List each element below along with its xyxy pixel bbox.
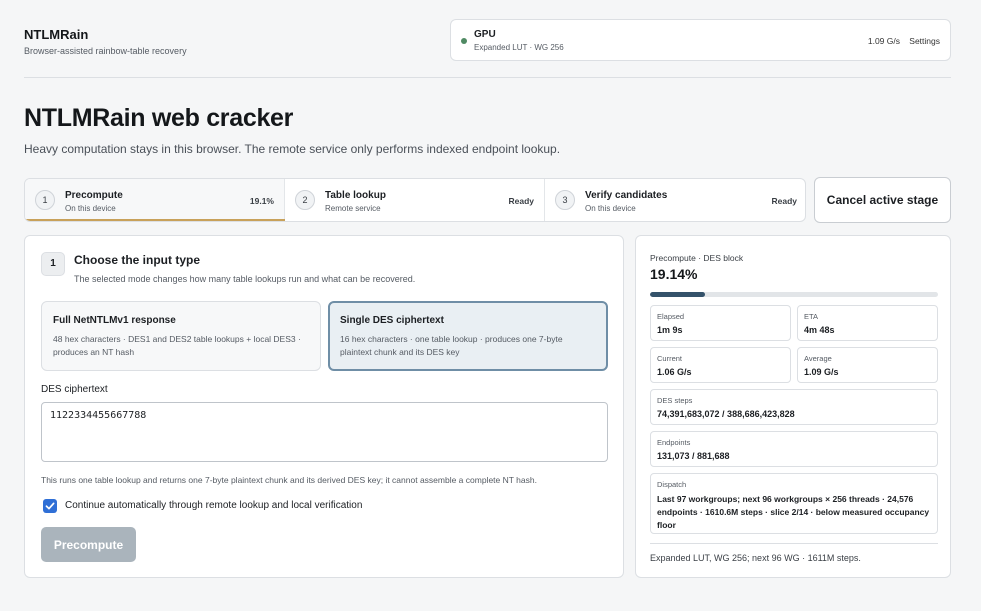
mode-option-single-des[interactable]: Single DES ciphertext 16 hex characters … (328, 301, 608, 371)
stat-label: Endpoints (657, 438, 691, 447)
progress-panel: Precompute · DES block 19.14% Elapsed 1m… (635, 235, 951, 578)
stage-location: On this device (65, 204, 116, 213)
progress-bar (650, 292, 938, 297)
stage-verify-candidates[interactable]: 3 Verify candidates On this device Ready (545, 179, 805, 221)
ciphertext-input[interactable]: 1122334455667788 (41, 402, 608, 462)
stat-elapsed: Elapsed 1m 9s (650, 305, 791, 341)
section-subtitle: The selected mode changes how many table… (74, 274, 416, 284)
mode-title: Full NetNTLMv1 response (53, 315, 176, 326)
stage-stepper: 1 Precompute On this device 19.1% 2 Tabl… (24, 178, 806, 222)
stage-precompute[interactable]: 1 Precompute On this device 19.1% (25, 179, 285, 221)
divider (650, 543, 938, 544)
stat-value: 4m 48s (804, 325, 835, 335)
progress-fill (650, 292, 706, 297)
precompute-button[interactable]: Precompute (41, 527, 136, 562)
status-dot-icon (461, 38, 467, 44)
progress-percent: 19.14% (650, 266, 698, 282)
gpu-detail: Expanded LUT · WG 256 (474, 43, 564, 52)
page-subtitle: Heavy computation stays in this browser.… (24, 142, 561, 156)
auto-continue-label[interactable]: Continue automatically through remote lo… (65, 500, 362, 511)
stat-value: Last 97 workgroups; next 96 workgroups ×… (657, 494, 930, 530)
progress-label: Precompute · DES block (650, 253, 744, 263)
mode-title: Single DES ciphertext (340, 315, 444, 326)
section-number: 1 (41, 252, 65, 276)
mode-option-full-netntlmv1[interactable]: Full NetNTLMv1 response 48 hex character… (41, 301, 321, 371)
mode-hint: This runs one table lookup and returns o… (41, 475, 537, 485)
app-subtitle: Browser-assisted rainbow-table recovery (24, 46, 187, 56)
stat-endpoints: Endpoints 131,073 / 881,688 (650, 431, 938, 467)
stat-label: Average (804, 354, 832, 363)
input-panel: 1 Choose the input type The selected mod… (24, 235, 624, 578)
ciphertext-label: DES ciphertext (41, 384, 108, 395)
stat-average: Average 1.09 G/s (797, 347, 938, 383)
stat-eta: ETA 4m 48s (797, 305, 938, 341)
stat-current: Current 1.06 G/s (650, 347, 791, 383)
stat-label: Elapsed (657, 312, 685, 321)
stat-value: 1.09 G/s (804, 367, 839, 377)
stage-number: 2 (295, 190, 315, 210)
stage-name: Verify candidates (585, 190, 668, 201)
page-title: NTLMRain web cracker (24, 104, 294, 132)
stage-number: 1 (35, 190, 55, 210)
checkmark-icon (45, 502, 55, 510)
active-stage-indicator (25, 219, 285, 221)
stage-name: Precompute (65, 190, 123, 201)
gpu-rate: 1.09 G/s (867, 36, 900, 46)
mode-description: 16 hex characters · one table lookup · p… (340, 334, 563, 357)
stat-value: 131,073 / 881,688 (657, 451, 730, 461)
stat-des-steps: DES steps 74,391,683,072 / 388,686,423,8… (650, 389, 938, 425)
settings-link[interactable]: Settings (909, 36, 940, 46)
stat-label: Dispatch (657, 480, 687, 489)
stat-dispatch: Dispatch Last 97 workgroups; next 96 wor… (650, 473, 938, 534)
stat-label: DES steps (657, 396, 693, 405)
progress-footer: Expanded LUT, WG 256; next 96 WG · 1611M… (650, 553, 861, 563)
cancel-active-stage-button[interactable]: Cancel active stage (814, 177, 951, 223)
mode-description: 48 hex characters · DES1 and DES2 table … (53, 334, 301, 357)
stage-name: Table lookup (325, 190, 386, 201)
stage-location: Remote service (325, 204, 381, 213)
section-title: Choose the input type (74, 253, 200, 267)
stat-value: 1m 9s (657, 325, 683, 335)
auto-continue-checkbox[interactable] (43, 499, 57, 513)
stat-label: Current (657, 354, 683, 363)
stage-status: Ready (771, 196, 797, 206)
app-title: NTLMRain (24, 27, 89, 42)
stat-label: ETA (804, 312, 819, 321)
stage-location: On this device (585, 204, 636, 213)
stage-table-lookup[interactable]: 2 Table lookup Remote service Ready (285, 179, 545, 221)
top-bar: NTLMRain Browser-assisted rainbow-table … (24, 0, 951, 78)
stage-status: 19.1% (249, 196, 274, 206)
gpu-name: GPU (474, 29, 496, 40)
stage-status: Ready (508, 196, 534, 206)
stat-value: 1.06 G/s (657, 367, 692, 377)
gpu-status-card: GPU Expanded LUT · WG 256 1.09 G/s Setti… (450, 19, 951, 61)
stage-number: 3 (555, 190, 575, 210)
stat-value: 74,391,683,072 / 388,686,423,828 (657, 409, 795, 419)
